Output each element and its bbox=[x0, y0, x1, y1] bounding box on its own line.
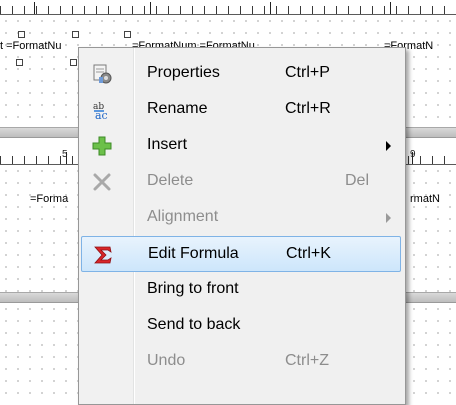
menu-item-properties[interactable]: Properties Ctrl+P bbox=[81, 56, 401, 92]
menu-item-send-to-back[interactable]: Send to back bbox=[81, 308, 401, 344]
ruler-major-tick bbox=[150, 2, 151, 14]
menu-item-rename[interactable]: ab ac Rename Ctrl+R bbox=[81, 92, 401, 128]
ruler-ticks bbox=[0, 6, 456, 14]
menu-item-undo[interactable]: Undo Ctrl+Z bbox=[81, 344, 401, 380]
ruler-major-tick bbox=[412, 152, 413, 164]
selection-handle[interactable] bbox=[70, 59, 77, 66]
menu-item-label: Alignment bbox=[147, 208, 219, 225]
menu-item-label: Delete bbox=[147, 172, 194, 189]
selection-handle[interactable] bbox=[18, 31, 25, 38]
delete-x-icon bbox=[89, 170, 115, 194]
submenu-arrow-icon bbox=[386, 141, 391, 151]
menu-item-label: Properties bbox=[147, 64, 220, 81]
menu-item-shortcut: Del bbox=[344, 172, 369, 189]
report-field[interactable]: =Forma bbox=[30, 193, 68, 205]
menu-item-edit-formula[interactable]: Edit Formula Ctrl+K bbox=[81, 236, 401, 272]
selection-handle[interactable] bbox=[72, 31, 79, 38]
menu-item-label: Edit Formula bbox=[148, 245, 239, 262]
insert-plus-icon bbox=[89, 134, 115, 158]
context-menu[interactable]: Properties Ctrl+P ab ac Rename Ctrl+R In… bbox=[78, 47, 406, 405]
formula-sigma-icon bbox=[90, 243, 116, 267]
menu-item-shortcut: Ctrl+P bbox=[285, 64, 330, 81]
properties-icon bbox=[89, 62, 115, 86]
menu-item-insert[interactable]: Insert bbox=[81, 128, 401, 164]
menu-item-label: Rename bbox=[147, 100, 208, 117]
selection-handle[interactable] bbox=[16, 59, 23, 66]
menu-item-delete[interactable]: Delete Del bbox=[81, 164, 401, 200]
horizontal-ruler-top bbox=[0, 0, 456, 15]
menu-item-label: Insert bbox=[147, 136, 188, 153]
submenu-arrow-icon bbox=[386, 213, 391, 223]
menu-item-shortcut: Ctrl+Z bbox=[285, 352, 329, 369]
selection-handle[interactable] bbox=[124, 31, 131, 38]
menu-item-label: Undo bbox=[147, 352, 186, 369]
ruler-major-tick bbox=[390, 2, 391, 14]
report-field[interactable]: t =FormatNu bbox=[0, 40, 61, 52]
menu-item-label: Bring to front bbox=[147, 280, 239, 297]
menu-item-bring-to-front[interactable]: Bring to front bbox=[81, 272, 401, 308]
report-field[interactable]: rmatN bbox=[410, 193, 440, 205]
ruler-major-tick bbox=[34, 2, 35, 14]
ruler-major-tick bbox=[66, 152, 67, 164]
menu-item-shortcut: Ctrl+K bbox=[286, 245, 331, 262]
menu-item-shortcut: Ctrl+R bbox=[285, 100, 331, 117]
menu-item-alignment[interactable]: Alignment bbox=[81, 200, 401, 236]
menu-item-label: Send to back bbox=[147, 316, 241, 333]
rename-icon: ab ac bbox=[89, 98, 115, 122]
ruler-major-tick bbox=[270, 2, 271, 14]
